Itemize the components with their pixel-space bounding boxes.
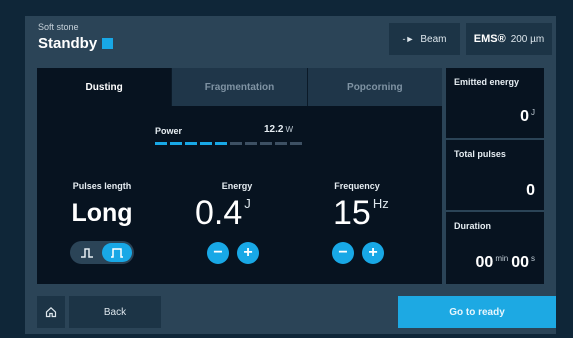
short-pulse-option[interactable] — [72, 243, 102, 262]
go-to-ready-button[interactable]: Go to ready — [398, 296, 556, 328]
duration-minutes: 00 — [475, 254, 494, 271]
duration-seconds: 00 — [511, 254, 529, 271]
settings-panel: Dusting Fragmentation Popcorning Power 1… — [37, 68, 442, 284]
app-window: Soft stone Standby -► Beam EMS® 200 µm D… — [25, 16, 556, 334]
power-segment — [185, 142, 197, 145]
power-segment — [170, 142, 182, 145]
power-segment — [215, 142, 227, 145]
emitted-energy-unit: J — [531, 108, 535, 117]
minus-icon: − — [338, 244, 348, 261]
long-pulse-option[interactable] — [102, 243, 132, 262]
energy-unit: J — [244, 196, 251, 211]
power-segment — [260, 142, 272, 145]
duration-card: Duration 00 min 00 s — [446, 212, 544, 284]
energy-minus-button[interactable]: − — [207, 242, 229, 264]
tab-fragmentation[interactable]: Fragmentation — [171, 68, 307, 106]
pulse-length-value: Long — [71, 199, 133, 227]
power-value: 12.2 — [264, 124, 284, 135]
fiber-button[interactable]: EMS® 200 µm — [466, 23, 552, 55]
energy-value: 0.4 — [195, 194, 243, 232]
plus-icon: + — [243, 244, 253, 261]
total-pulses-value: 0 — [526, 182, 535, 199]
duration-label: Duration — [454, 221, 491, 231]
power-segment — [200, 142, 212, 145]
power-level-bar — [155, 142, 302, 145]
back-button[interactable]: Back — [69, 296, 161, 328]
power-segment — [245, 142, 257, 145]
emitted-energy-readout: 0J — [520, 108, 535, 126]
home-button[interactable] — [37, 296, 65, 328]
status-title: Standby — [38, 35, 114, 52]
total-pulses-card: Total pulses 0 — [446, 140, 544, 210]
ems-logo: EMS® — [473, 33, 506, 45]
emitted-energy-card: Emitted energy 0J — [446, 68, 544, 138]
duration-sec-unit: s — [531, 254, 535, 263]
total-pulses-label: Total pulses — [454, 149, 506, 159]
power-segment — [230, 142, 242, 145]
emitted-energy-label: Emitted energy — [454, 77, 520, 87]
frequency-value: 15 — [333, 194, 371, 232]
plus-icon: + — [368, 244, 378, 261]
mode-tabs: Dusting Fragmentation Popcorning — [37, 68, 442, 106]
energy-plus-button[interactable]: + — [237, 242, 259, 264]
home-icon — [45, 306, 57, 318]
pulse-length-label: Pulses length — [72, 181, 132, 191]
status-text: Standby — [38, 35, 98, 52]
power-readout: 12.2 W — [264, 124, 293, 135]
tab-dusting[interactable]: Dusting — [37, 68, 172, 106]
pulse-length-toggle[interactable] — [70, 241, 134, 264]
duration-readout: 00 min 00 s — [476, 254, 535, 272]
beam-label: Beam — [420, 33, 447, 45]
power-segment — [290, 142, 302, 145]
frequency-unit: Hz — [372, 196, 389, 211]
frequency-readout: 15 Hz — [333, 194, 389, 233]
fiber-size: 200 µm — [510, 33, 545, 45]
emitted-energy-value: 0 — [520, 108, 529, 125]
power-segment — [275, 142, 287, 145]
short-pulse-icon — [81, 247, 93, 258]
energy-label: Energy — [221, 181, 253, 191]
stone-type-label: Soft stone — [38, 22, 79, 32]
status-indicator — [102, 38, 114, 49]
power-label: Power — [155, 126, 183, 136]
duration-min-unit: min — [495, 254, 509, 263]
power-unit: W — [285, 125, 294, 134]
minus-icon: − — [213, 244, 223, 261]
frequency-minus-button[interactable]: − — [332, 242, 354, 264]
frequency-label: Frequency — [334, 181, 380, 191]
beam-arrow-icon: -► — [402, 34, 415, 44]
beam-button[interactable]: -► Beam — [389, 23, 460, 55]
power-segment — [155, 142, 167, 145]
frequency-plus-button[interactable]: + — [362, 242, 384, 264]
energy-readout: 0.4 J — [195, 194, 251, 233]
long-pulse-icon — [111, 247, 123, 258]
tab-popcorning[interactable]: Popcorning — [306, 68, 442, 106]
